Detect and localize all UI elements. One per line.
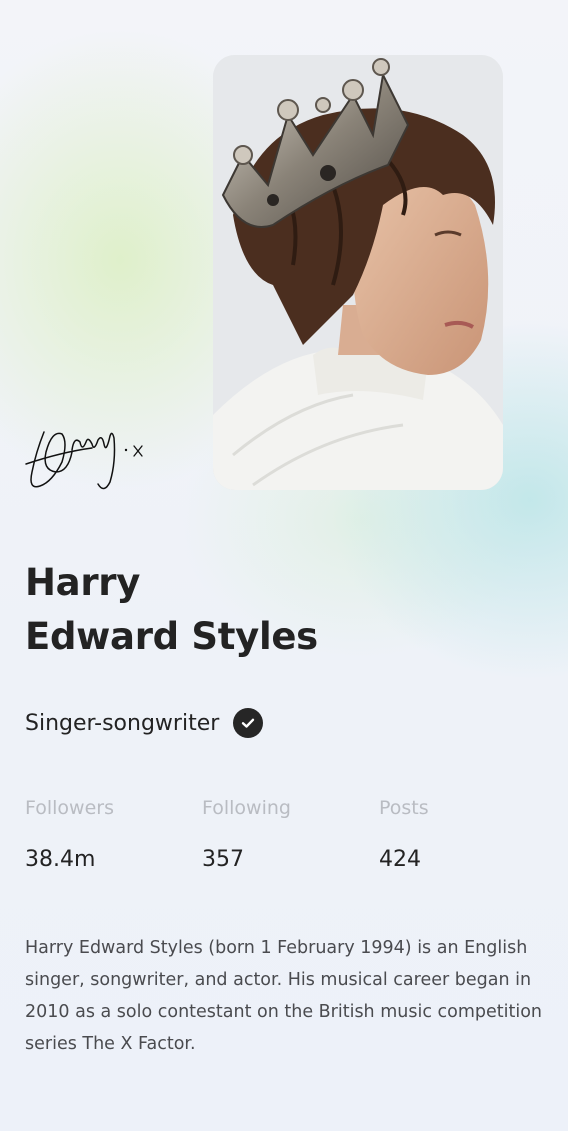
profile-name: Harry Edward Styles bbox=[25, 556, 318, 664]
stat-label: Following bbox=[202, 797, 291, 819]
profile-name-line2: Edward Styles bbox=[25, 615, 318, 658]
stat-posts[interactable]: Posts 424 bbox=[379, 793, 549, 875]
role-label: Singer-songwriter bbox=[25, 710, 220, 736]
stat-value: 424 bbox=[379, 847, 421, 872]
profile-name-line1: Harry bbox=[25, 561, 141, 604]
signature-image bbox=[25, 431, 143, 490]
profile-photo bbox=[213, 55, 503, 490]
stat-value: 357 bbox=[202, 847, 244, 872]
stat-following[interactable]: Following 357 bbox=[202, 793, 372, 875]
role-row: Singer-songwriter bbox=[25, 704, 264, 742]
verified-check-icon bbox=[233, 708, 264, 738]
bio-text: Harry Edward Styles (born 1 February 199… bbox=[25, 938, 543, 1054]
stat-value: 38.4m bbox=[25, 847, 96, 872]
stat-label: Posts bbox=[379, 797, 429, 819]
stat-label: Followers bbox=[25, 797, 114, 819]
stat-followers[interactable]: Followers 38.4m bbox=[25, 793, 195, 875]
